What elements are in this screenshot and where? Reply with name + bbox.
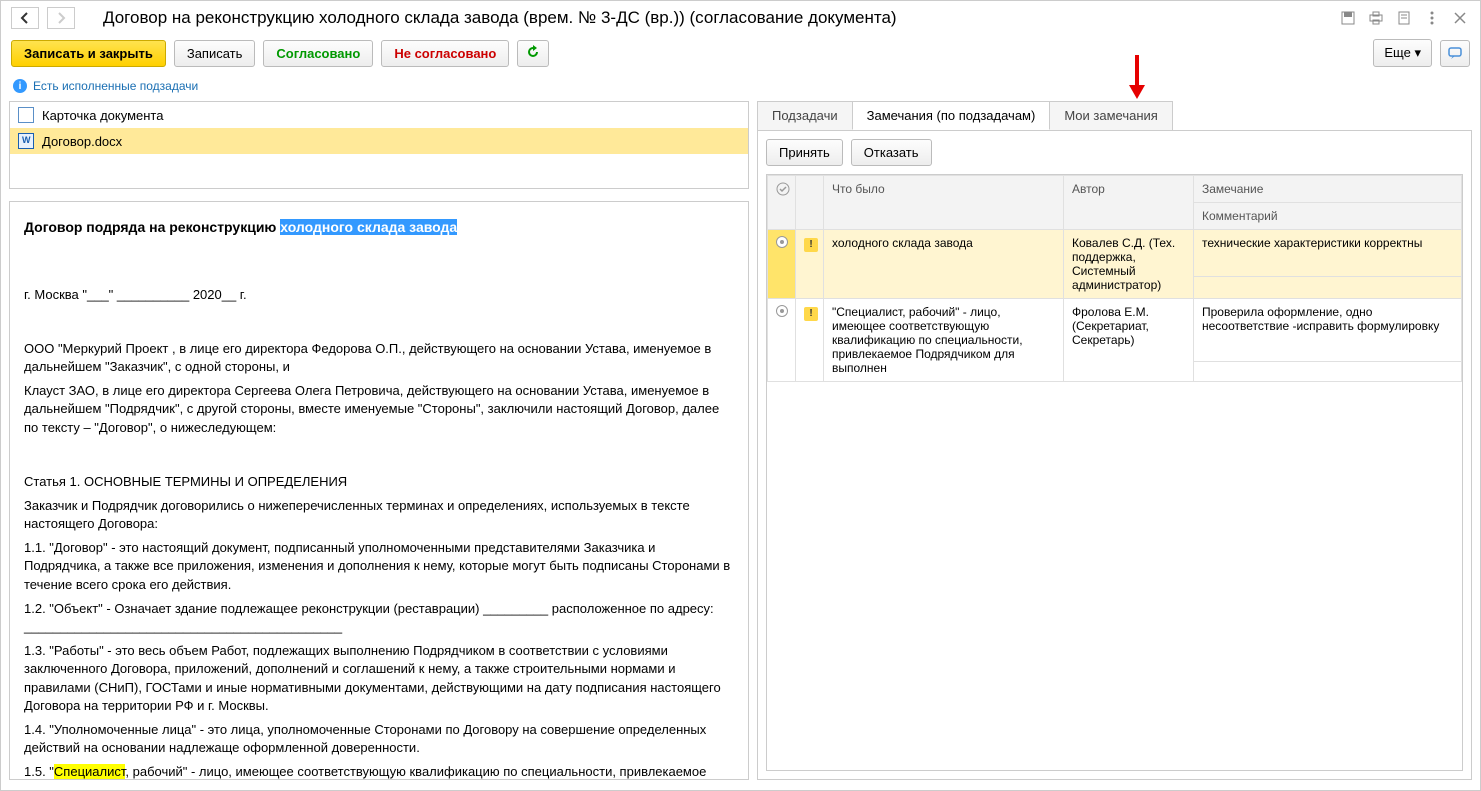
doc-city-line: г. Москва "___" __________ 2020__ г. (24, 286, 734, 304)
clock-icon (776, 236, 788, 248)
doc-title: Договор подряда на реконструкцию холодно… (24, 218, 734, 238)
file-row-docx[interactable]: Договор.docx (10, 128, 748, 154)
file-row-card[interactable]: Карточка документа (10, 102, 748, 128)
warning-icon: ! (804, 307, 818, 321)
tab-subtasks[interactable]: Подзадачи (757, 101, 853, 130)
cell-what: холодного склада завода (824, 230, 1064, 299)
warning-icon: ! (804, 238, 818, 252)
doc-clause: 1.4. "Уполномоченные лица" - это лица, у… (24, 721, 734, 757)
info-bar: i Есть исполненные подзадачи (1, 77, 1480, 101)
col-comment[interactable]: Комментарий (1194, 203, 1462, 230)
remarks-table: Что было Автор Замечание Комментарий ! х… (766, 174, 1463, 771)
cell-comment (1194, 276, 1462, 298)
window-header: Договор на реконструкцию холодного склад… (1, 1, 1480, 35)
doc-paragraph: Заказчик и Подрядчик договорились о ниже… (24, 497, 734, 533)
cell-what: "Специалист, рабочий" - лицо, имеющее со… (824, 299, 1064, 382)
main-toolbar: Записать и закрыть Записать Согласовано … (1, 35, 1480, 77)
doc-article-header: Статья 1. ОСНОВНЫЕ ТЕРМИНЫ И ОПРЕДЕЛЕНИЯ (24, 473, 734, 491)
file-list: Карточка документа Договор.docx (9, 101, 749, 189)
more-button[interactable]: Еще ▾ (1373, 39, 1432, 67)
annotation-arrow (1125, 53, 1149, 104)
highlighted-text: холодного склада завода (280, 219, 457, 235)
col-author[interactable]: Автор (1064, 176, 1194, 230)
info-text[interactable]: Есть исполненные подзадачи (33, 79, 198, 93)
accept-button[interactable]: Принять (766, 139, 843, 166)
menu-icon[interactable] (1422, 8, 1442, 28)
doc-paragraph: Клауст ЗАО, в лице его директора Сергеев… (24, 382, 734, 437)
report-icon[interactable] (1394, 8, 1414, 28)
save-close-button[interactable]: Записать и закрыть (11, 40, 166, 67)
tab-my-remarks[interactable]: Мои замечания (1049, 101, 1173, 130)
col-what[interactable]: Что было (824, 176, 1064, 230)
cell-author: Ковалев С.Д. (Тех. поддержка, Системный … (1064, 230, 1194, 299)
info-icon: i (13, 79, 27, 93)
col-remark[interactable]: Замечание (1194, 176, 1462, 203)
tab-content: Принять Отказать Что было Автор Замечани… (757, 131, 1472, 780)
doc-clause: 1.2. "Объект" - Означает здание подлежащ… (24, 600, 734, 636)
file-label: Договор.docx (42, 134, 122, 149)
table-row[interactable]: ! холодного склада завода Ковалев С.Д. (… (768, 230, 1462, 277)
save-button[interactable]: Записать (174, 40, 256, 67)
not-approved-button[interactable]: Не согласовано (381, 40, 509, 67)
page-title: Договор на реконструкцию холодного склад… (103, 8, 897, 28)
doc-paragraph: ООО "Меркурий Проект , в лице его директ… (24, 340, 734, 376)
highlighted-word: Специалист (54, 764, 125, 779)
chat-button[interactable] (1440, 40, 1470, 67)
chevron-down-icon: ▾ (1414, 45, 1421, 60)
cell-author: Фролова Е.М. (Секретариат, Секретарь) (1064, 299, 1194, 382)
nav-forward-button[interactable] (47, 7, 75, 29)
reject-button[interactable]: Отказать (851, 139, 932, 166)
file-label: Карточка документа (42, 108, 163, 123)
col-flag[interactable] (796, 176, 824, 230)
col-status[interactable] (768, 176, 796, 230)
doc-clause: 1.5. "Специалист, рабочий" - лицо, имеющ… (24, 763, 734, 780)
clock-icon (776, 305, 788, 317)
save-icon[interactable] (1338, 8, 1358, 28)
doc-clause: 1.3. "Работы" - это весь объем Работ, по… (24, 642, 734, 715)
refresh-button[interactable] (517, 40, 549, 67)
cell-remark: Проверила оформление, одно несоответстви… (1194, 299, 1462, 362)
tab-remarks[interactable]: Замечания (по подзадачам) (852, 101, 1051, 130)
tabs: Подзадачи Замечания (по подзадачам) Мои … (757, 101, 1472, 131)
close-icon[interactable] (1450, 8, 1470, 28)
document-preview[interactable]: Договор подряда на реконструкцию холодно… (9, 201, 749, 780)
approved-button[interactable]: Согласовано (263, 40, 373, 67)
more-label: Еще (1384, 45, 1410, 60)
cell-remark: технические характеристики корректны (1194, 230, 1462, 277)
document-card-icon (18, 107, 34, 123)
doc-clause: 1.1. "Договор" - это настоящий документ,… (24, 539, 734, 594)
print-icon[interactable] (1366, 8, 1386, 28)
cell-comment (1194, 362, 1462, 382)
nav-back-button[interactable] (11, 7, 39, 29)
word-icon (18, 133, 34, 149)
table-row[interactable]: ! "Специалист, рабочий" - лицо, имеющее … (768, 299, 1462, 362)
